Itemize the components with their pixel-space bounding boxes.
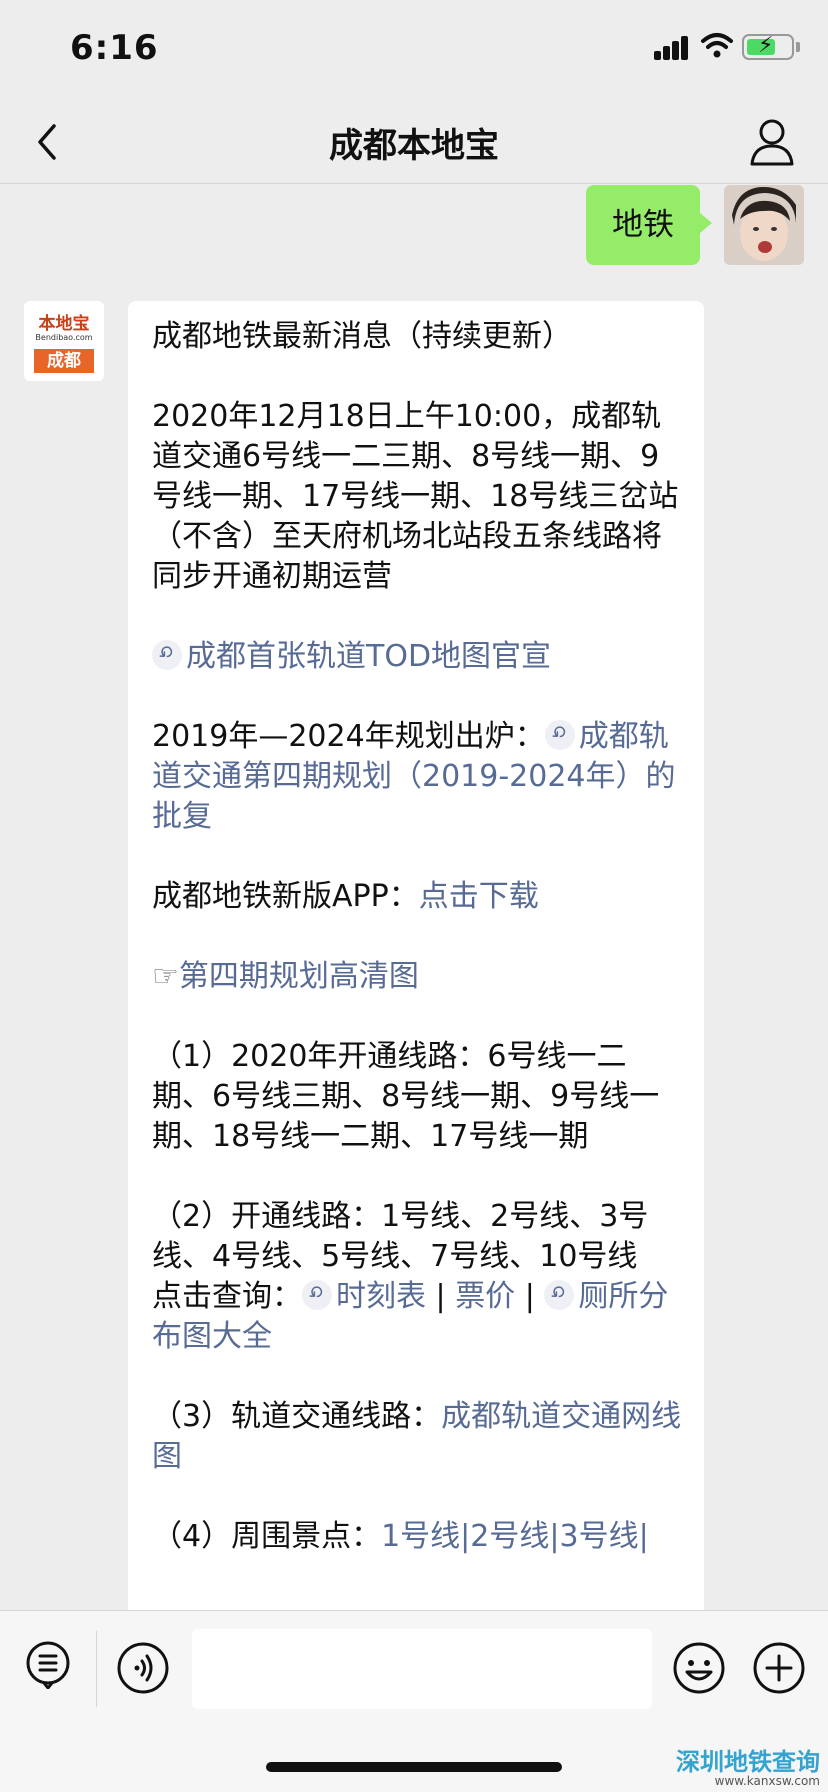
logo-bottom-text: 成都 (34, 349, 94, 373)
link-icon (152, 640, 182, 670)
profile-icon[interactable] (748, 116, 796, 168)
item-4-prefix: （4）周围景点： (152, 1519, 382, 1554)
fare-link[interactable]: 票价 (455, 1279, 515, 1314)
battery-cap (796, 42, 800, 52)
link-icon (544, 720, 575, 750)
app-prefix: 成都地铁新版APP： (152, 879, 419, 914)
user-avatar[interactable] (724, 185, 804, 265)
attractions-link[interactable]: 1号线|2号线|3号线| (381, 1519, 649, 1554)
home-indicator[interactable] (266, 1762, 562, 1772)
watermark-sub-text: www.kanxsw.com (714, 1774, 820, 1788)
message-paragraph: 2020年12月18日上午10:00，成都轨道交通6号线一二三期、8号线一期、9… (152, 399, 679, 594)
message-input[interactable] (192, 1629, 652, 1709)
hd-map-row: ☞第四期规划高清图 (152, 957, 682, 997)
app-download-link[interactable]: 点击下载 (419, 879, 539, 914)
user-message-bubble[interactable]: 地铁 (586, 185, 712, 265)
item-1: （1）2020年开通线路：6号线一二期、6号线三期、8号线一期、9号线一期、18… (152, 1039, 660, 1154)
menu-list-icon[interactable] (24, 1641, 72, 1689)
item-3-prefix: （3）轨道交通线路： (152, 1399, 442, 1434)
link-icon (544, 1280, 575, 1310)
timetable-link[interactable]: 时刻表 (336, 1279, 426, 1314)
nav-bar: 成都本地宝 (0, 100, 828, 184)
query-prefix: 点击查询： (152, 1279, 302, 1314)
app-row: 成都地铁新版APP：点击下载 (152, 877, 682, 917)
page-title: 成都本地宝 (329, 126, 499, 166)
hd-map-link[interactable]: 第四期规划高清图 (179, 959, 419, 994)
voice-icon[interactable] (116, 1641, 170, 1695)
status-bar: 6:16 ⚡ (0, 0, 828, 100)
logo-mid-text: Bendibao.com (35, 333, 93, 342)
plan-prefix: 2019年—2024年规划出炉： (152, 719, 545, 754)
item-3: （3）轨道交通线路：成都轨道交通网线图 (152, 1397, 682, 1477)
plan-row: 2019年—2024年规划出炉：成都轨道交通第四期规划（2019-2024年）的… (152, 717, 682, 837)
watermark-main-text: 深圳地铁查询 (676, 1748, 820, 1776)
wifi-icon (701, 33, 733, 58)
bot-avatar[interactable]: 本地宝 Bendibao.com 成都 (24, 301, 104, 381)
watermark: 深圳地铁查询 www.kanxsw.com (640, 1742, 828, 1792)
tod-link-row: 成都首张轨道TOD地图官宣 (152, 637, 682, 677)
pointing-hand-icon: ☞ (152, 959, 179, 994)
query-row: 点击查询：时刻表 | 票价 | 厕所分布图大全 (152, 1277, 682, 1357)
status-time: 6:16 (70, 28, 159, 68)
emoji-icon[interactable] (672, 1641, 726, 1695)
separator: | (426, 1279, 456, 1314)
item-4: （4）周围景点：1号线|2号线|3号线| (152, 1517, 682, 1557)
link-icon (302, 1280, 332, 1310)
message-heading: 成都地铁最新消息（持续更新） (152, 319, 572, 354)
input-divider (96, 1631, 97, 1707)
cellular-signal-icon (654, 34, 690, 60)
plus-icon[interactable] (752, 1641, 806, 1695)
logo-top-text: 本地宝 (38, 314, 90, 334)
item-2: （2）开通线路：1号线、2号线、3号线、4号线、5号线、7号线、10号线 (152, 1199, 649, 1274)
tod-map-link[interactable]: 成都首张轨道TOD地图官宣 (186, 639, 551, 674)
battery-icon: ⚡ (742, 33, 794, 60)
chat-area: 地铁 本地宝 Bendibao.com 成都 成都地铁最新消息（持续更新） 20… (0, 185, 828, 1610)
bot-message-bubble: 成都地铁最新消息（持续更新） 2020年12月18日上午10:00，成都轨道交通… (128, 301, 704, 1610)
